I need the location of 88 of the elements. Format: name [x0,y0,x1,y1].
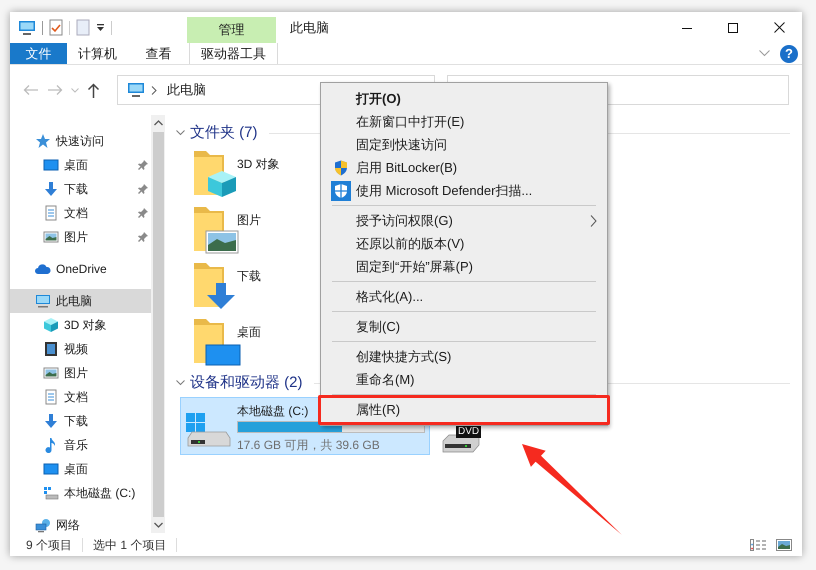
folder-name: 图片 [237,212,261,229]
tree-item[interactable]: 视频 [10,337,151,361]
tree-item[interactable]: 下载 [10,177,151,201]
close-icon [774,22,784,33]
screen-icon [43,461,59,477]
down-arrow-icon [43,181,59,197]
chevron-down-icon[interactable] [759,50,770,57]
picture-icon [43,365,59,381]
menu-item[interactable]: 固定到“开始”屏幕(P) [321,255,607,278]
tree-item[interactable]: 网络 [10,513,151,533]
item-count: 9 个项目 [26,536,72,554]
tree-item[interactable]: 此电脑 [10,289,151,313]
menu-item[interactable]: 创建快捷方式(S) [321,345,607,368]
menu-item[interactable]: 在新窗口中打开(E) [321,110,607,133]
menu-item[interactable]: 重命名(M) [321,368,607,391]
monitor-icon[interactable] [18,20,36,36]
group-header[interactable]: 文件夹 (7) [190,122,258,144]
scrollbar-thumb[interactable] [152,132,164,517]
chevron-down-icon[interactable] [154,522,162,528]
tree-item[interactable]: 3D 对象 [10,313,151,337]
selection-count: 选中 1 个项目 [93,536,166,554]
shield-icon [331,180,351,200]
maximize-icon [728,22,738,32]
blank-page-icon[interactable] [76,19,90,36]
tree-item[interactable]: 图片 [10,361,151,385]
disc-label: DVD [456,426,482,438]
monitor-icon [35,293,51,309]
menu-item[interactable]: 复制(C) [321,315,607,338]
ribbon-tab[interactable]: 计算机 [67,43,128,64]
caret-icon[interactable] [96,23,105,32]
folder-name: 下载 [237,268,261,285]
forward-arrow-icon[interactable] [47,84,63,96]
drive-icon [185,412,231,448]
drive-name: 本地磁盘 (C:) [237,403,308,419]
shield-icon [334,160,348,176]
pin-icon[interactable] [138,208,148,218]
checklist-icon[interactable] [49,19,63,36]
chevron-down-icon[interactable] [176,130,185,136]
tree-item[interactable]: 快速访问 [10,129,151,153]
pin-icon[interactable] [138,184,148,194]
up-arrow-icon[interactable] [87,82,100,98]
details-view-icon[interactable] [750,538,766,550]
menu-item[interactable]: 启用 BitLocker(B) [321,156,607,179]
pin-icon[interactable] [138,160,148,170]
tree-item[interactable]: OneDrive [10,257,151,281]
tree-item[interactable]: 音乐 [10,433,151,457]
menu-item[interactable]: 固定到快速访问 [321,133,607,156]
film-icon [43,341,59,357]
menu-item[interactable]: 使用 Microsoft Defender扫描... [321,179,607,202]
group-header[interactable]: 设备和驱动器 (2) [190,372,302,394]
drive-icon [43,485,59,501]
ribbon-tab[interactable]: 驱动器工具 [189,43,278,64]
help-button[interactable]: ? [780,44,798,62]
tree-item[interactable]: 下载 [10,409,151,433]
down-arrow-icon [43,413,59,429]
tree-item[interactable]: 本地磁盘 (C:) [10,481,151,505]
chevron-down-icon[interactable] [176,380,185,386]
screen-icon [43,157,59,173]
contextual-tab-header: 管理 [187,17,276,43]
tree-item[interactable]: 文档 [10,201,151,225]
network-icon [35,517,51,533]
picture-icon [43,229,59,245]
menu-item[interactable]: 还原以前的版本(V) [321,232,607,255]
large-icons-view-icon[interactable] [776,538,792,550]
pin-icon[interactable] [138,232,148,242]
breadcrumb[interactable]: 此电脑 [167,80,206,100]
tree-item[interactable]: 桌面 [10,153,151,177]
chevron-up-icon[interactable] [154,120,162,126]
free-space: 17.6 GB 可用，共 39.6 GB [237,437,380,454]
monitor-icon [127,82,145,98]
tree-item[interactable]: 图片 [10,225,151,249]
document-icon [43,205,59,221]
menu-item[interactable]: 授予访问权限(G) [321,209,607,232]
star-icon [35,133,51,149]
window-title: 此电脑 [290,18,329,37]
cube-icon [43,317,59,333]
folder-name: 桌面 [237,324,261,341]
folder-name: 3D 对象 [237,156,280,173]
tree-item[interactable]: 文档 [10,385,151,409]
chevron-right-icon[interactable] [151,86,157,94]
ribbon-tab[interactable]: 查看 [128,43,189,64]
menu-item[interactable]: 格式化(A)... [321,285,607,308]
ribbon-tab[interactable]: 文件 [10,43,67,64]
chevron-right-icon [590,214,597,226]
tree-item[interactable]: 桌面 [10,457,151,481]
back-arrow-icon[interactable] [23,84,39,96]
scrollbar[interactable] [151,115,165,533]
document-icon [43,389,59,405]
